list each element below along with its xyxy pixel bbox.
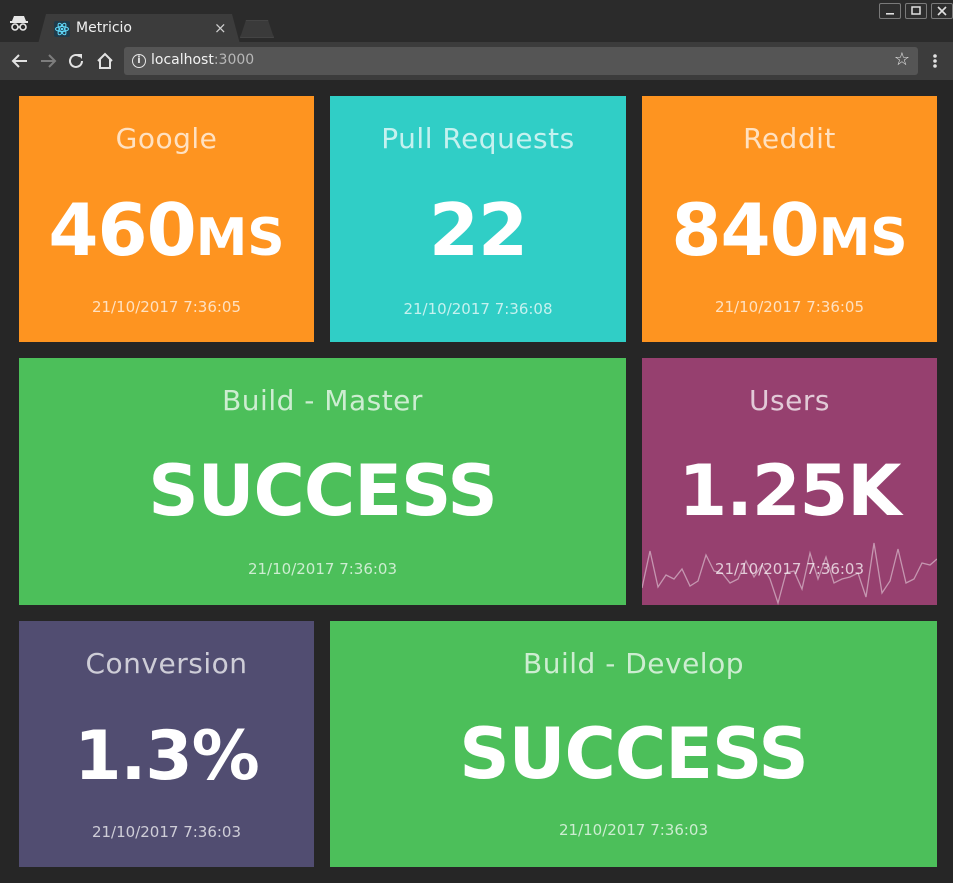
widget-build-develop: Build - Develop SUCCESS 21/10/2017 7:36:… (330, 621, 937, 867)
widget-value: 1.3% (74, 717, 260, 796)
widget-value: SUCCESS (459, 713, 809, 795)
tab-close-icon[interactable]: × (214, 19, 227, 37)
widget-title: Build - Master (222, 384, 423, 417)
widget-google: Google 460MS 21/10/2017 7:36:05 (19, 96, 314, 342)
minimize-icon[interactable] (879, 3, 901, 19)
new-tab-button[interactable] (240, 20, 274, 38)
widget-value: 840MS (642, 188, 937, 272)
widget-pull-requests: Pull Requests 22 21/10/2017 7:36:08 (330, 96, 626, 342)
widget-timestamp: 21/10/2017 7:36:03 (558, 821, 709, 839)
widget-title: Users (749, 384, 830, 417)
address-bar[interactable]: i localhost:3000 ☆ (124, 47, 918, 75)
widget-value: 22 (428, 188, 528, 272)
widget-value: SUCCESS (148, 450, 498, 532)
value-number: 840 (671, 188, 819, 272)
back-icon[interactable] (9, 50, 31, 72)
widget-value: 1.25K (678, 450, 902, 532)
widget-conversion: Conversion 1.3% 21/10/2017 7:36:03 (19, 621, 314, 867)
widget-title: Reddit (743, 122, 836, 155)
url-port: :3000 (213, 52, 255, 68)
url-host: localhost (151, 52, 214, 68)
widget-timestamp: 21/10/2017 7:36:05 (714, 298, 865, 316)
value-number: 460 (48, 188, 196, 272)
close-icon[interactable] (931, 3, 953, 19)
incognito-icon (8, 13, 30, 33)
forward-icon[interactable] (37, 50, 59, 72)
maximize-icon[interactable] (905, 3, 927, 19)
widget-title: Conversion (85, 647, 248, 680)
browser-toolbar: i localhost:3000 ☆ (0, 42, 953, 80)
value-unit: MS (195, 208, 285, 268)
widget-value: 460MS (19, 188, 314, 272)
reload-icon[interactable] (65, 50, 87, 72)
widget-reddit: Reddit 840MS 21/10/2017 7:36:05 (642, 96, 937, 342)
value-unit: MS (818, 208, 908, 268)
url-text: localhost:3000 (151, 52, 254, 68)
widget-timestamp: 21/10/2017 7:36:03 (91, 823, 242, 841)
widget-users: Users 1.25K 21/10/2017 7:36:03 (642, 358, 937, 605)
tab-title: Metricio (76, 20, 132, 36)
home-icon[interactable] (94, 50, 116, 72)
widget-timestamp: 21/10/2017 7:36:08 (403, 300, 553, 318)
widget-timestamp: 21/10/2017 7:36:05 (91, 298, 242, 316)
widget-build-master: Build - Master SUCCESS 21/10/2017 7:36:0… (19, 358, 626, 605)
tab-metricio[interactable]: Metricio × (38, 14, 240, 44)
browser-titlebar: Metricio × (0, 0, 953, 44)
star-icon[interactable]: ☆ (894, 49, 910, 70)
widget-title: Google (115, 122, 218, 155)
widget-timestamp: 21/10/2017 7:36:03 (247, 560, 398, 578)
react-favicon-icon (54, 21, 70, 37)
menu-icon[interactable] (929, 50, 941, 72)
widget-title: Pull Requests (381, 122, 575, 155)
widget-title: Build - Develop (523, 647, 744, 680)
widget-timestamp: 21/10/2017 7:36:03 (714, 560, 865, 578)
info-icon[interactable]: i (132, 54, 146, 68)
dashboard: Google 460MS 21/10/2017 7:36:05 Pull Req… (0, 80, 953, 883)
